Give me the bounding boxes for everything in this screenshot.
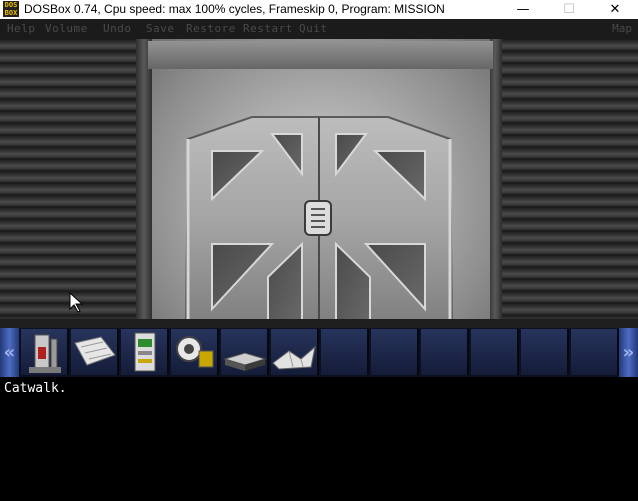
device-card-icon: [134, 332, 156, 372]
inventory-slot[interactable]: [21, 329, 69, 375]
menu-undo[interactable]: Undo: [103, 22, 132, 36]
menu-restore[interactable]: Restore: [186, 22, 236, 36]
text-output-area: Catwalk.: [0, 377, 638, 501]
inventory-slot[interactable]: [571, 329, 619, 375]
inventory-slot[interactable]: [271, 329, 319, 375]
mouse-cursor-icon: [69, 291, 84, 313]
location-text: Catwalk.: [4, 381, 67, 396]
inventory-scroll-right-button[interactable]: »: [619, 328, 638, 377]
menu-help[interactable]: Help: [7, 22, 36, 36]
window-title: DOSBox 0.74, Cpu speed: max 100% cycles,…: [24, 2, 445, 16]
menu-quit[interactable]: Quit: [299, 22, 328, 36]
inventory-slot[interactable]: [521, 329, 569, 375]
game-menu-bar: Help Volume Undo Save Restore Restart Qu…: [0, 19, 638, 39]
inventory-slot[interactable]: [171, 329, 219, 375]
menu-save[interactable]: Save: [146, 22, 175, 36]
spray-can-icon: [29, 334, 61, 373]
inventory-slot[interactable]: [221, 329, 269, 375]
inventory-slot[interactable]: [121, 329, 169, 375]
menu-map[interactable]: Map: [612, 22, 632, 36]
folded-cloth-icon: [272, 345, 316, 370]
door-lock-icon[interactable]: [304, 200, 332, 236]
maximize-button[interactable]: ☐: [546, 0, 592, 19]
close-button[interactable]: ✕: [592, 0, 638, 19]
inventory-slot[interactable]: [71, 329, 119, 375]
tape-reel-icon: [176, 336, 214, 368]
inventory-slot[interactable]: [321, 329, 369, 375]
floor-shadow: [0, 319, 638, 328]
blast-door[interactable]: [0, 39, 638, 328]
minimize-button[interactable]: —: [500, 0, 546, 19]
inventory-bar: « »: [0, 328, 638, 377]
inventory-slot[interactable]: [371, 329, 419, 375]
window-title-bar: DOS BOX DOSBox 0.74, Cpu speed: max 100%…: [0, 0, 638, 19]
inventory-slot[interactable]: [421, 329, 469, 375]
game-scene[interactable]: [0, 39, 638, 328]
paper-sheet-icon: [74, 336, 116, 366]
dosbox-app-icon: DOS BOX: [3, 1, 19, 17]
inventory-scroll-left-button[interactable]: «: [0, 328, 19, 377]
menu-volume[interactable]: Volume: [45, 22, 88, 36]
menu-restart[interactable]: Restart: [243, 22, 293, 36]
box-icon: [223, 352, 267, 371]
inventory-slot[interactable]: [471, 329, 519, 375]
